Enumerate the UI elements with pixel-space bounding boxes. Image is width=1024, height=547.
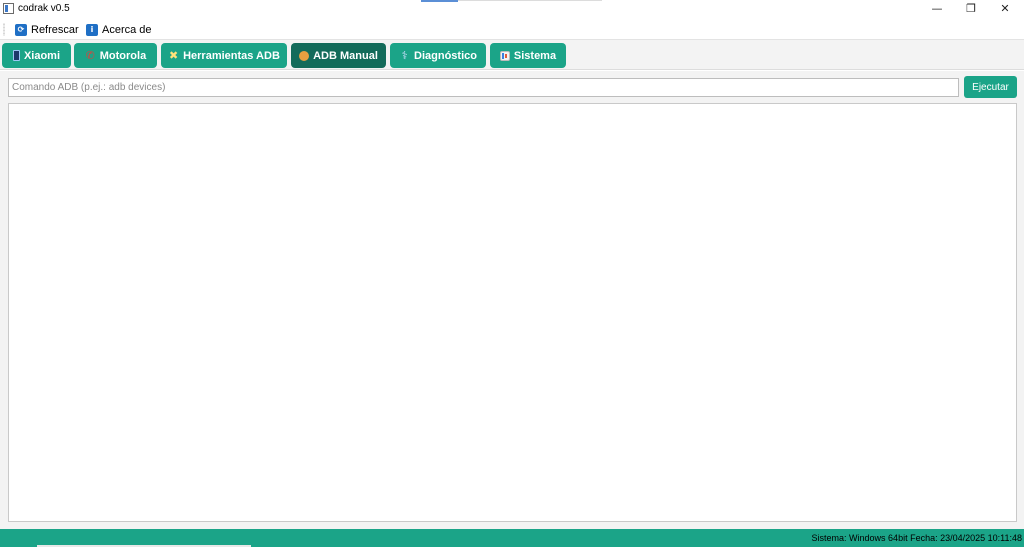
status-text: Sistema: Windows 64bit Fecha: 23/04/2025…	[811, 533, 1022, 543]
execute-button[interactable]: Ejecutar	[964, 76, 1017, 98]
title-bar: codrak v0.5 — ❐ ✕	[0, 0, 1024, 18]
tab-label: ADB Manual	[313, 49, 378, 62]
mobile-icon	[299, 50, 310, 61]
tab-label: Herramientas ADB	[183, 49, 280, 62]
refresh-label: Refrescar	[31, 23, 79, 36]
tab-adb-manual[interactable]: ADB Manual	[291, 43, 386, 68]
command-output-area[interactable]	[8, 103, 1017, 522]
tab-label: Diagnóstico	[414, 49, 477, 62]
call-icon: ✆	[85, 49, 95, 62]
tab-label: Xiaomi	[23, 49, 61, 62]
stethoscope-icon: ⚕	[401, 49, 408, 62]
adb-manual-panel: Ejecutar	[0, 71, 1024, 529]
tab-bar: Xiaomi ✆ Motorola ✖ Herramientas ADB ADB…	[0, 40, 1024, 70]
close-button[interactable]: ✕	[988, 0, 1022, 16]
taskbar-preview-indicator	[421, 0, 458, 2]
toolbar: ⟳ Refrescar i Acerca de	[0, 19, 1024, 40]
maximize-button[interactable]: ❐	[954, 0, 988, 16]
about-label: Acerca de	[102, 23, 152, 36]
tab-motorola[interactable]: ✆ Motorola	[74, 43, 157, 68]
tab-label: Sistema	[513, 49, 557, 62]
toolbar-grip[interactable]	[3, 23, 5, 36]
minimize-button[interactable]: —	[920, 0, 954, 16]
tab-diagnostico[interactable]: ⚕ Diagnóstico	[390, 43, 486, 68]
phone-icon	[12, 50, 20, 61]
refresh-button[interactable]: ⟳ Refrescar	[15, 21, 79, 38]
chart-icon	[499, 50, 510, 61]
tools-icon: ✖	[168, 49, 179, 62]
tab-sistema[interactable]: Sistema	[490, 43, 566, 68]
taskbar-preview-line	[458, 0, 602, 1]
info-icon: i	[86, 23, 98, 36]
about-button[interactable]: i Acerca de	[86, 21, 152, 38]
window-title: codrak v0.5	[18, 3, 70, 14]
app-icon	[3, 3, 14, 14]
adb-command-input[interactable]	[8, 78, 959, 97]
tab-label: Motorola	[99, 49, 147, 62]
tab-xiaomi[interactable]: Xiaomi	[2, 43, 71, 68]
refresh-icon: ⟳	[15, 23, 27, 36]
tab-herramientas-adb[interactable]: ✖ Herramientas ADB	[161, 43, 287, 68]
